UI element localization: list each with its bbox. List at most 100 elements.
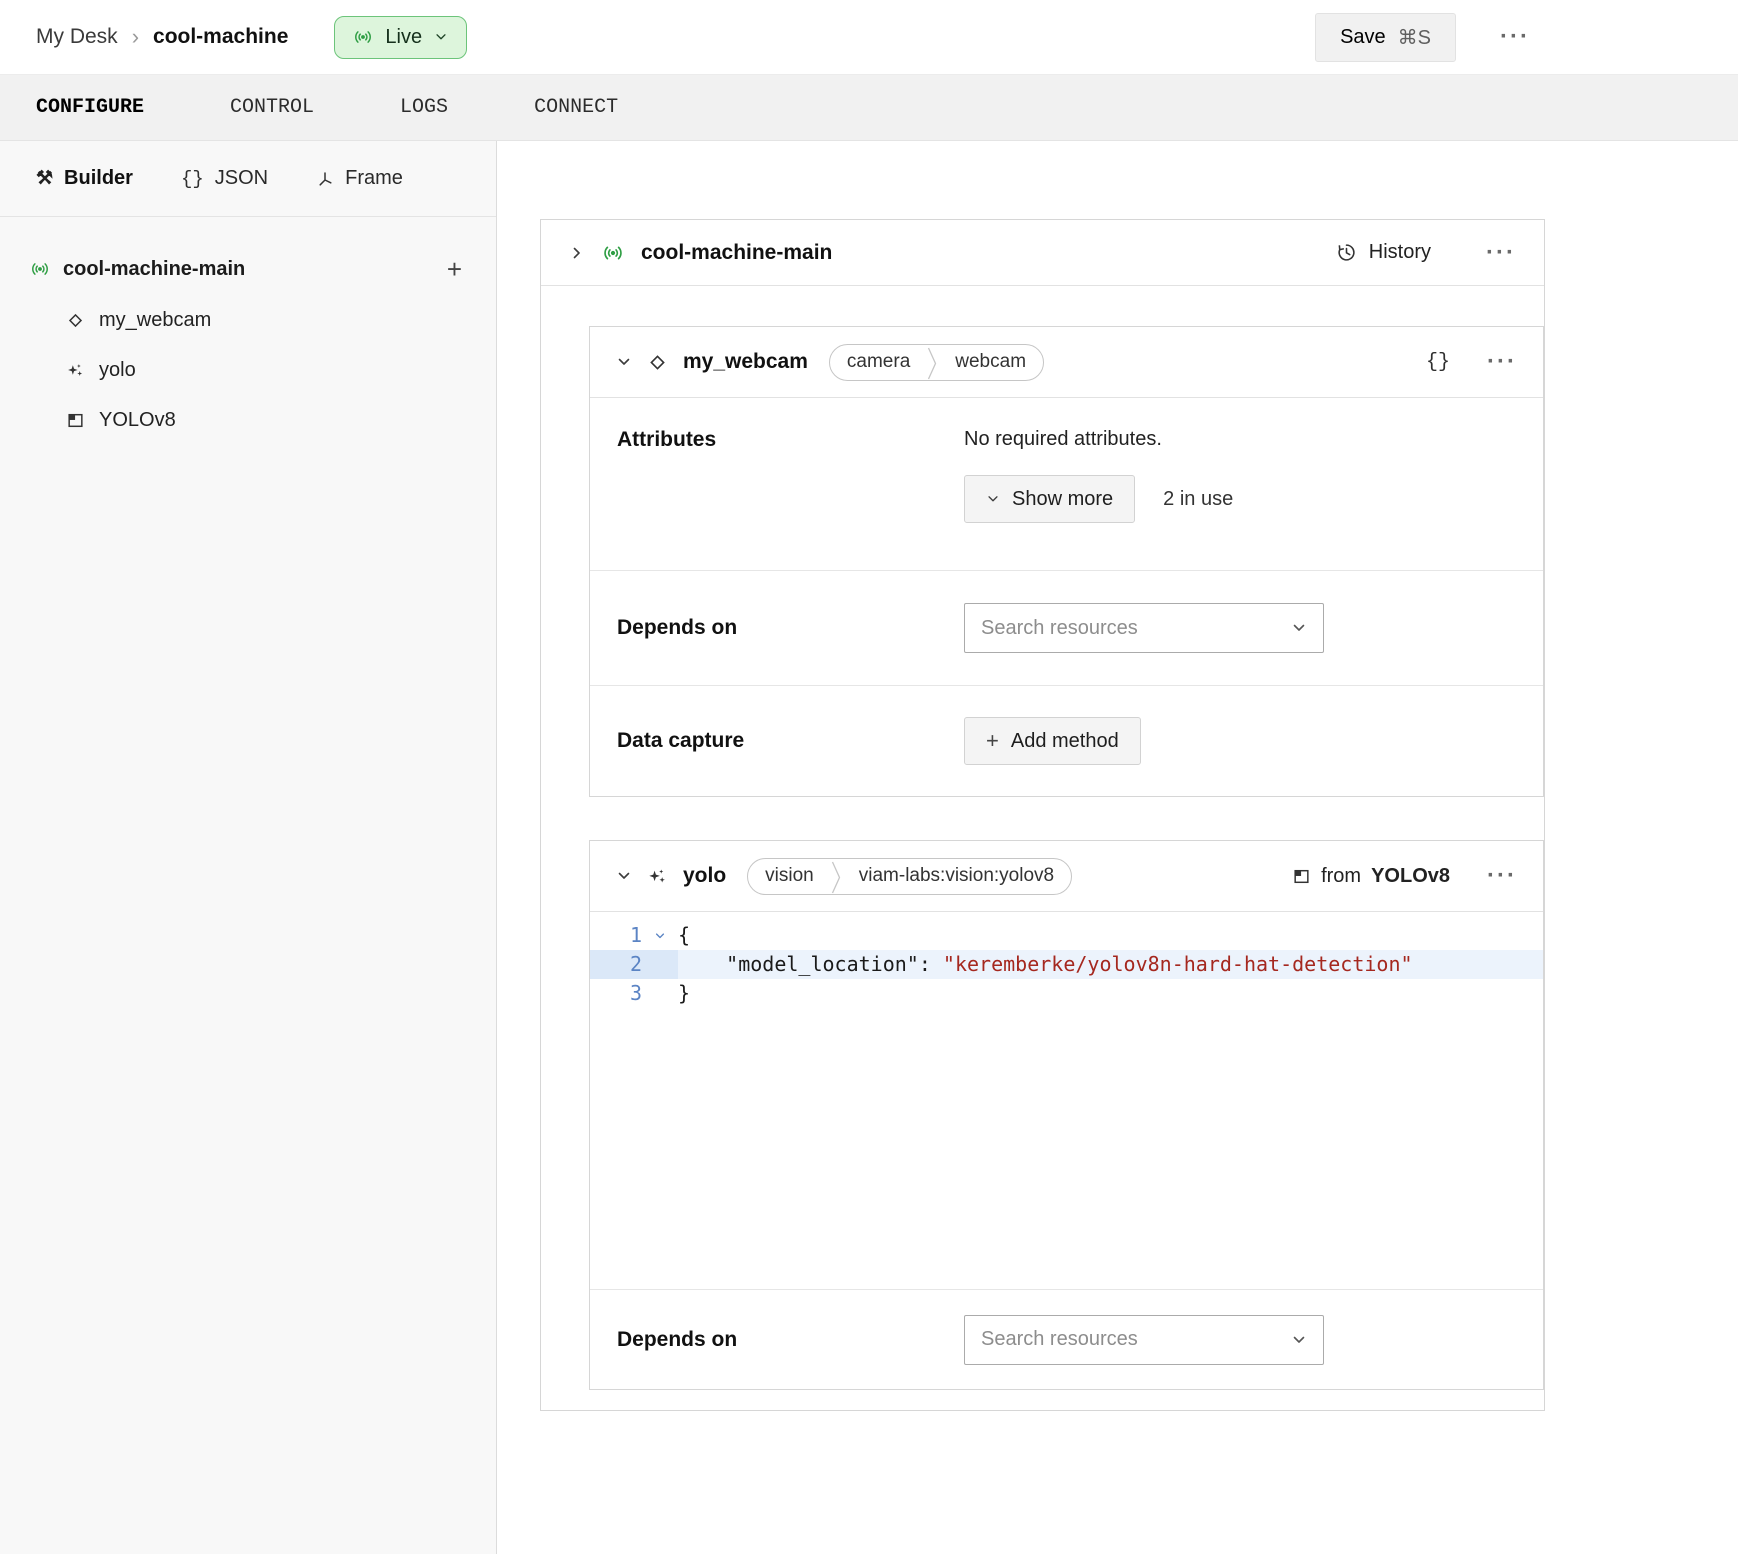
tree-item-my-webcam[interactable]: my_webcam <box>0 295 496 345</box>
show-more-button[interactable]: Show more <box>964 475 1135 523</box>
add-resource-icon[interactable]: + <box>447 256 462 282</box>
broadcast-icon <box>602 242 624 264</box>
breadcrumb-parent-link[interactable]: My Desk <box>36 25 118 49</box>
part-more-menu-icon[interactable]: ··· <box>1486 241 1516 265</box>
breadcrumb: My Desk › cool-machine <box>36 24 288 50</box>
line-number: 1 <box>590 921 642 950</box>
depends-on-placeholder: Search resources <box>981 1328 1291 1351</box>
from-module-link[interactable]: from YOLOv8 <box>1292 865 1450 888</box>
chevron-right-icon[interactable] <box>569 245 585 261</box>
depends-on-select[interactable]: Search resources <box>964 1315 1324 1365</box>
code-line-1[interactable]: 1 { <box>590 921 1543 950</box>
depends-on-section: Depends on Search resources <box>590 571 1543 686</box>
add-method-button[interactable]: + Add method <box>964 717 1141 765</box>
line-number: 2 <box>590 950 642 979</box>
tree-root-label: cool-machine-main <box>63 258 434 281</box>
module-icon <box>1292 867 1311 886</box>
attributes-in-use-count: 2 in use <box>1163 488 1233 511</box>
tree-item-label: my_webcam <box>99 309 211 332</box>
mode-json[interactable]: {} JSON <box>181 167 268 190</box>
line-number: 3 <box>590 979 642 1008</box>
from-module-name: YOLOv8 <box>1371 865 1450 888</box>
main-tab-bar: CONFIGURE CONTROL LOGS CONNECT <box>0 75 1738 141</box>
component-diamond-icon <box>647 352 668 373</box>
tree-item-yolo[interactable]: yolo <box>0 345 496 395</box>
tree-item-yolov8-module[interactable]: YOLOv8 <box>0 395 496 445</box>
tab-configure[interactable]: CONFIGURE <box>36 96 144 119</box>
json-string-value: "keremberke/yolov8n-hard-hat-detection" <box>943 952 1413 976</box>
depends-on-label: Depends on <box>617 1328 964 1352</box>
mode-builder[interactable]: ⚒ Builder <box>36 167 133 190</box>
save-button[interactable]: Save ⌘S <box>1315 13 1456 62</box>
json-key: "model_location" <box>726 952 919 976</box>
topbar-more-menu-icon[interactable]: ··· <box>1500 25 1530 49</box>
chevron-down-icon <box>986 492 1000 506</box>
resource-tree: cool-machine-main + my_webcam yolo <box>0 217 496 445</box>
from-label: from <box>1321 865 1361 888</box>
chevron-down-icon[interactable] <box>616 868 632 884</box>
raw-json-toggle-icon[interactable]: {} <box>1426 351 1450 374</box>
config-mode-switcher: ⚒ Builder {} JSON Frame <box>0 141 496 217</box>
fold-toggle[interactable] <box>642 921 678 950</box>
braces-icon: {} <box>181 168 204 190</box>
breadcrumb-current: cool-machine <box>153 25 288 49</box>
tree-item-label: YOLOv8 <box>99 409 176 432</box>
component-more-menu-icon[interactable]: ··· <box>1487 864 1517 888</box>
chevron-down-icon <box>1291 620 1307 636</box>
module-icon <box>66 411 85 430</box>
top-bar: My Desk › cool-machine Live Save ⌘S ··· <box>0 0 1738 75</box>
chevron-down-icon <box>434 30 448 44</box>
chevron-down-icon <box>1291 1332 1307 1348</box>
tab-logs[interactable]: LOGS <box>400 96 448 119</box>
depends-on-label: Depends on <box>617 616 964 640</box>
show-more-label: Show more <box>1012 488 1113 511</box>
mode-frame[interactable]: Frame <box>316 167 403 190</box>
body: ⚒ Builder {} JSON Frame cool-machine-m <box>0 141 1738 1554</box>
history-button[interactable]: History <box>1336 241 1431 264</box>
tab-control[interactable]: CONTROL <box>230 96 314 119</box>
builder-tools-icon: ⚒ <box>36 167 53 190</box>
save-shortcut: ⌘S <box>1398 25 1431 50</box>
live-status-dropdown[interactable]: Live <box>334 16 467 59</box>
save-label: Save <box>1340 26 1386 49</box>
depends-on-section: Depends on Search resources <box>590 1289 1543 1389</box>
component-more-menu-icon[interactable]: ··· <box>1487 350 1517 374</box>
history-label: History <box>1369 241 1431 264</box>
vision-sparkles-icon <box>66 361 85 380</box>
component-card-yolo: yolo vision viam-labs:vision:yolov8 <box>589 840 1544 1390</box>
my-webcam-header: my_webcam camera webcam {} ··· <box>590 327 1543 398</box>
attributes-empty-text: No required attributes. <box>964 428 1233 451</box>
model-pill: webcam <box>938 345 1043 380</box>
data-capture-label: Data capture <box>617 729 964 753</box>
component-diamond-icon <box>66 311 85 330</box>
config-sidebar: ⚒ Builder {} JSON Frame cool-machine-m <box>0 141 497 1554</box>
attributes-label: Attributes <box>617 428 964 538</box>
component-type-pills: camera webcam <box>829 344 1044 381</box>
history-clock-icon <box>1336 242 1357 263</box>
code-text: "model_location": "keremberke/yolov8n-ha… <box>678 950 1413 979</box>
code-line-2[interactable]: 2 "model_location": "keremberke/yolov8n-… <box>590 950 1543 979</box>
yolo-header: yolo vision viam-labs:vision:yolov8 <box>590 841 1543 912</box>
data-capture-section: Data capture + Add method <box>590 686 1543 796</box>
depends-on-select[interactable]: Search resources <box>964 603 1324 653</box>
component-card-my-webcam: my_webcam camera webcam {} ··· <box>589 326 1544 797</box>
attributes-json-editor[interactable]: 1 { 2 <box>590 912 1543 1289</box>
pill-divider-icon <box>831 859 842 895</box>
frame-axes-icon <box>316 170 334 188</box>
model-pill: viam-labs:vision:yolov8 <box>842 859 1071 894</box>
config-main-panel: cool-machine-main History ··· <box>497 141 1738 1554</box>
chevron-down-icon[interactable] <box>616 354 632 370</box>
depends-on-placeholder: Search resources <box>981 617 1291 640</box>
machine-part-body: my_webcam camera webcam {} ··· <box>541 286 1544 1410</box>
tab-connect[interactable]: CONNECT <box>534 96 618 119</box>
code-line-3[interactable]: 3 } <box>590 979 1543 1008</box>
tree-root-machine-part[interactable]: cool-machine-main + <box>0 243 496 295</box>
broadcast-icon <box>30 259 50 279</box>
machine-part-header: cool-machine-main History ··· <box>541 220 1544 286</box>
add-method-label: Add method <box>1011 730 1119 753</box>
code-text: } <box>678 979 690 1008</box>
component-title: my_webcam <box>683 350 808 374</box>
vision-sparkles-icon <box>647 866 668 887</box>
type-pill: camera <box>830 345 927 380</box>
type-pill: vision <box>748 859 831 894</box>
